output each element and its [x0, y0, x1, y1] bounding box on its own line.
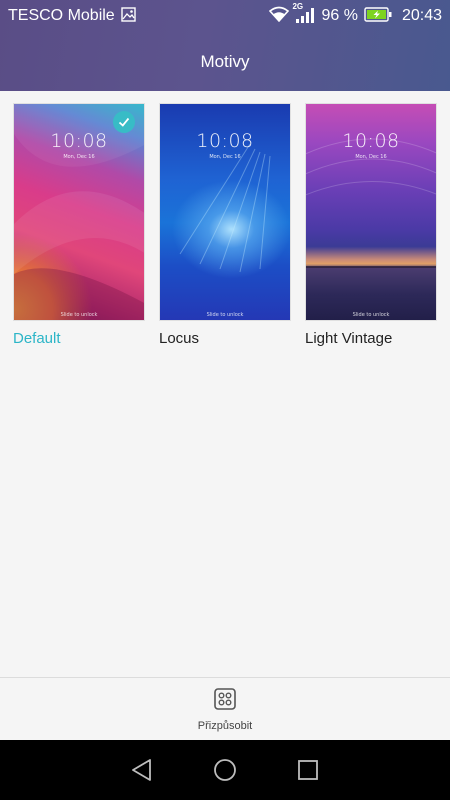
- status-right: 2G 96 % 20:43: [269, 2, 442, 26]
- status-left: TESCO Mobile: [8, 6, 136, 26]
- customize-grid-icon: [213, 687, 237, 715]
- navigation-bar: [0, 740, 450, 800]
- app-header: TESCO Mobile 2G 96 % 20:43 Motivy: [0, 0, 450, 91]
- wifi-icon: [269, 6, 290, 26]
- customize-action-bar: Přizpůsobit: [0, 677, 450, 740]
- preview-unlock-text: Slide to unlock: [60, 312, 98, 318]
- theme-card-default[interactable]: 10:08 Mon, Dec 16 Slide to unlock Defaul…: [13, 103, 145, 347]
- status-bar: TESCO Mobile 2G 96 % 20:43: [0, 0, 450, 32]
- carrier-name: TESCO Mobile: [8, 7, 115, 24]
- preview-date: Mon, Dec 16: [355, 154, 387, 160]
- theme-preview-default[interactable]: 10:08 Mon, Dec 16 Slide to unlock: [13, 103, 145, 321]
- customize-label: Přizpůsobit: [197, 719, 253, 732]
- customize-button[interactable]: Přizpůsobit: [198, 687, 252, 732]
- signal-icon: 2G: [292, 2, 315, 24]
- home-icon[interactable]: [212, 757, 238, 783]
- camera-icon: [277, 312, 286, 319]
- network-type: 2G: [292, 2, 304, 11]
- preview-time: 10:08: [196, 130, 254, 152]
- theme-preview-light-vintage[interactable]: 10:08 Mon, Dec 16 Slide to unlock: [305, 103, 437, 321]
- page-title: Motivy: [200, 51, 250, 71]
- theme-name-light-vintage[interactable]: Light Vintage: [305, 330, 437, 347]
- preview-time: 10:08: [50, 130, 108, 152]
- theme-card-locus[interactable]: 10:08 Mon, Dec 16 Slide to unlock Locus: [159, 103, 291, 347]
- back-icon[interactable]: [129, 757, 155, 783]
- battery-charging-icon: [364, 6, 392, 26]
- battery-percent: 96 %: [321, 7, 358, 24]
- preview-unlock-text: Slide to unlock: [352, 312, 390, 318]
- image-notification-icon: [121, 6, 136, 26]
- selected-check-icon: [113, 111, 135, 133]
- camera-icon: [423, 312, 432, 319]
- theme-name-default[interactable]: Default: [13, 330, 145, 347]
- clock: 20:43: [401, 7, 442, 24]
- theme-card-light-vintage[interactable]: 10:08 Mon, Dec 16 Slide to unlock Light …: [305, 103, 437, 347]
- camera-icon: [131, 312, 140, 319]
- preview-unlock-text: Slide to unlock: [206, 312, 244, 318]
- preview-date: Mon, Dec 16: [209, 154, 241, 160]
- preview-time: 10:08: [342, 130, 400, 152]
- theme-preview-locus[interactable]: 10:08 Mon, Dec 16 Slide to unlock: [159, 103, 291, 321]
- preview-date: Mon, Dec 16: [63, 154, 95, 160]
- theme-name-locus[interactable]: Locus: [159, 330, 291, 347]
- recents-icon[interactable]: [295, 757, 321, 783]
